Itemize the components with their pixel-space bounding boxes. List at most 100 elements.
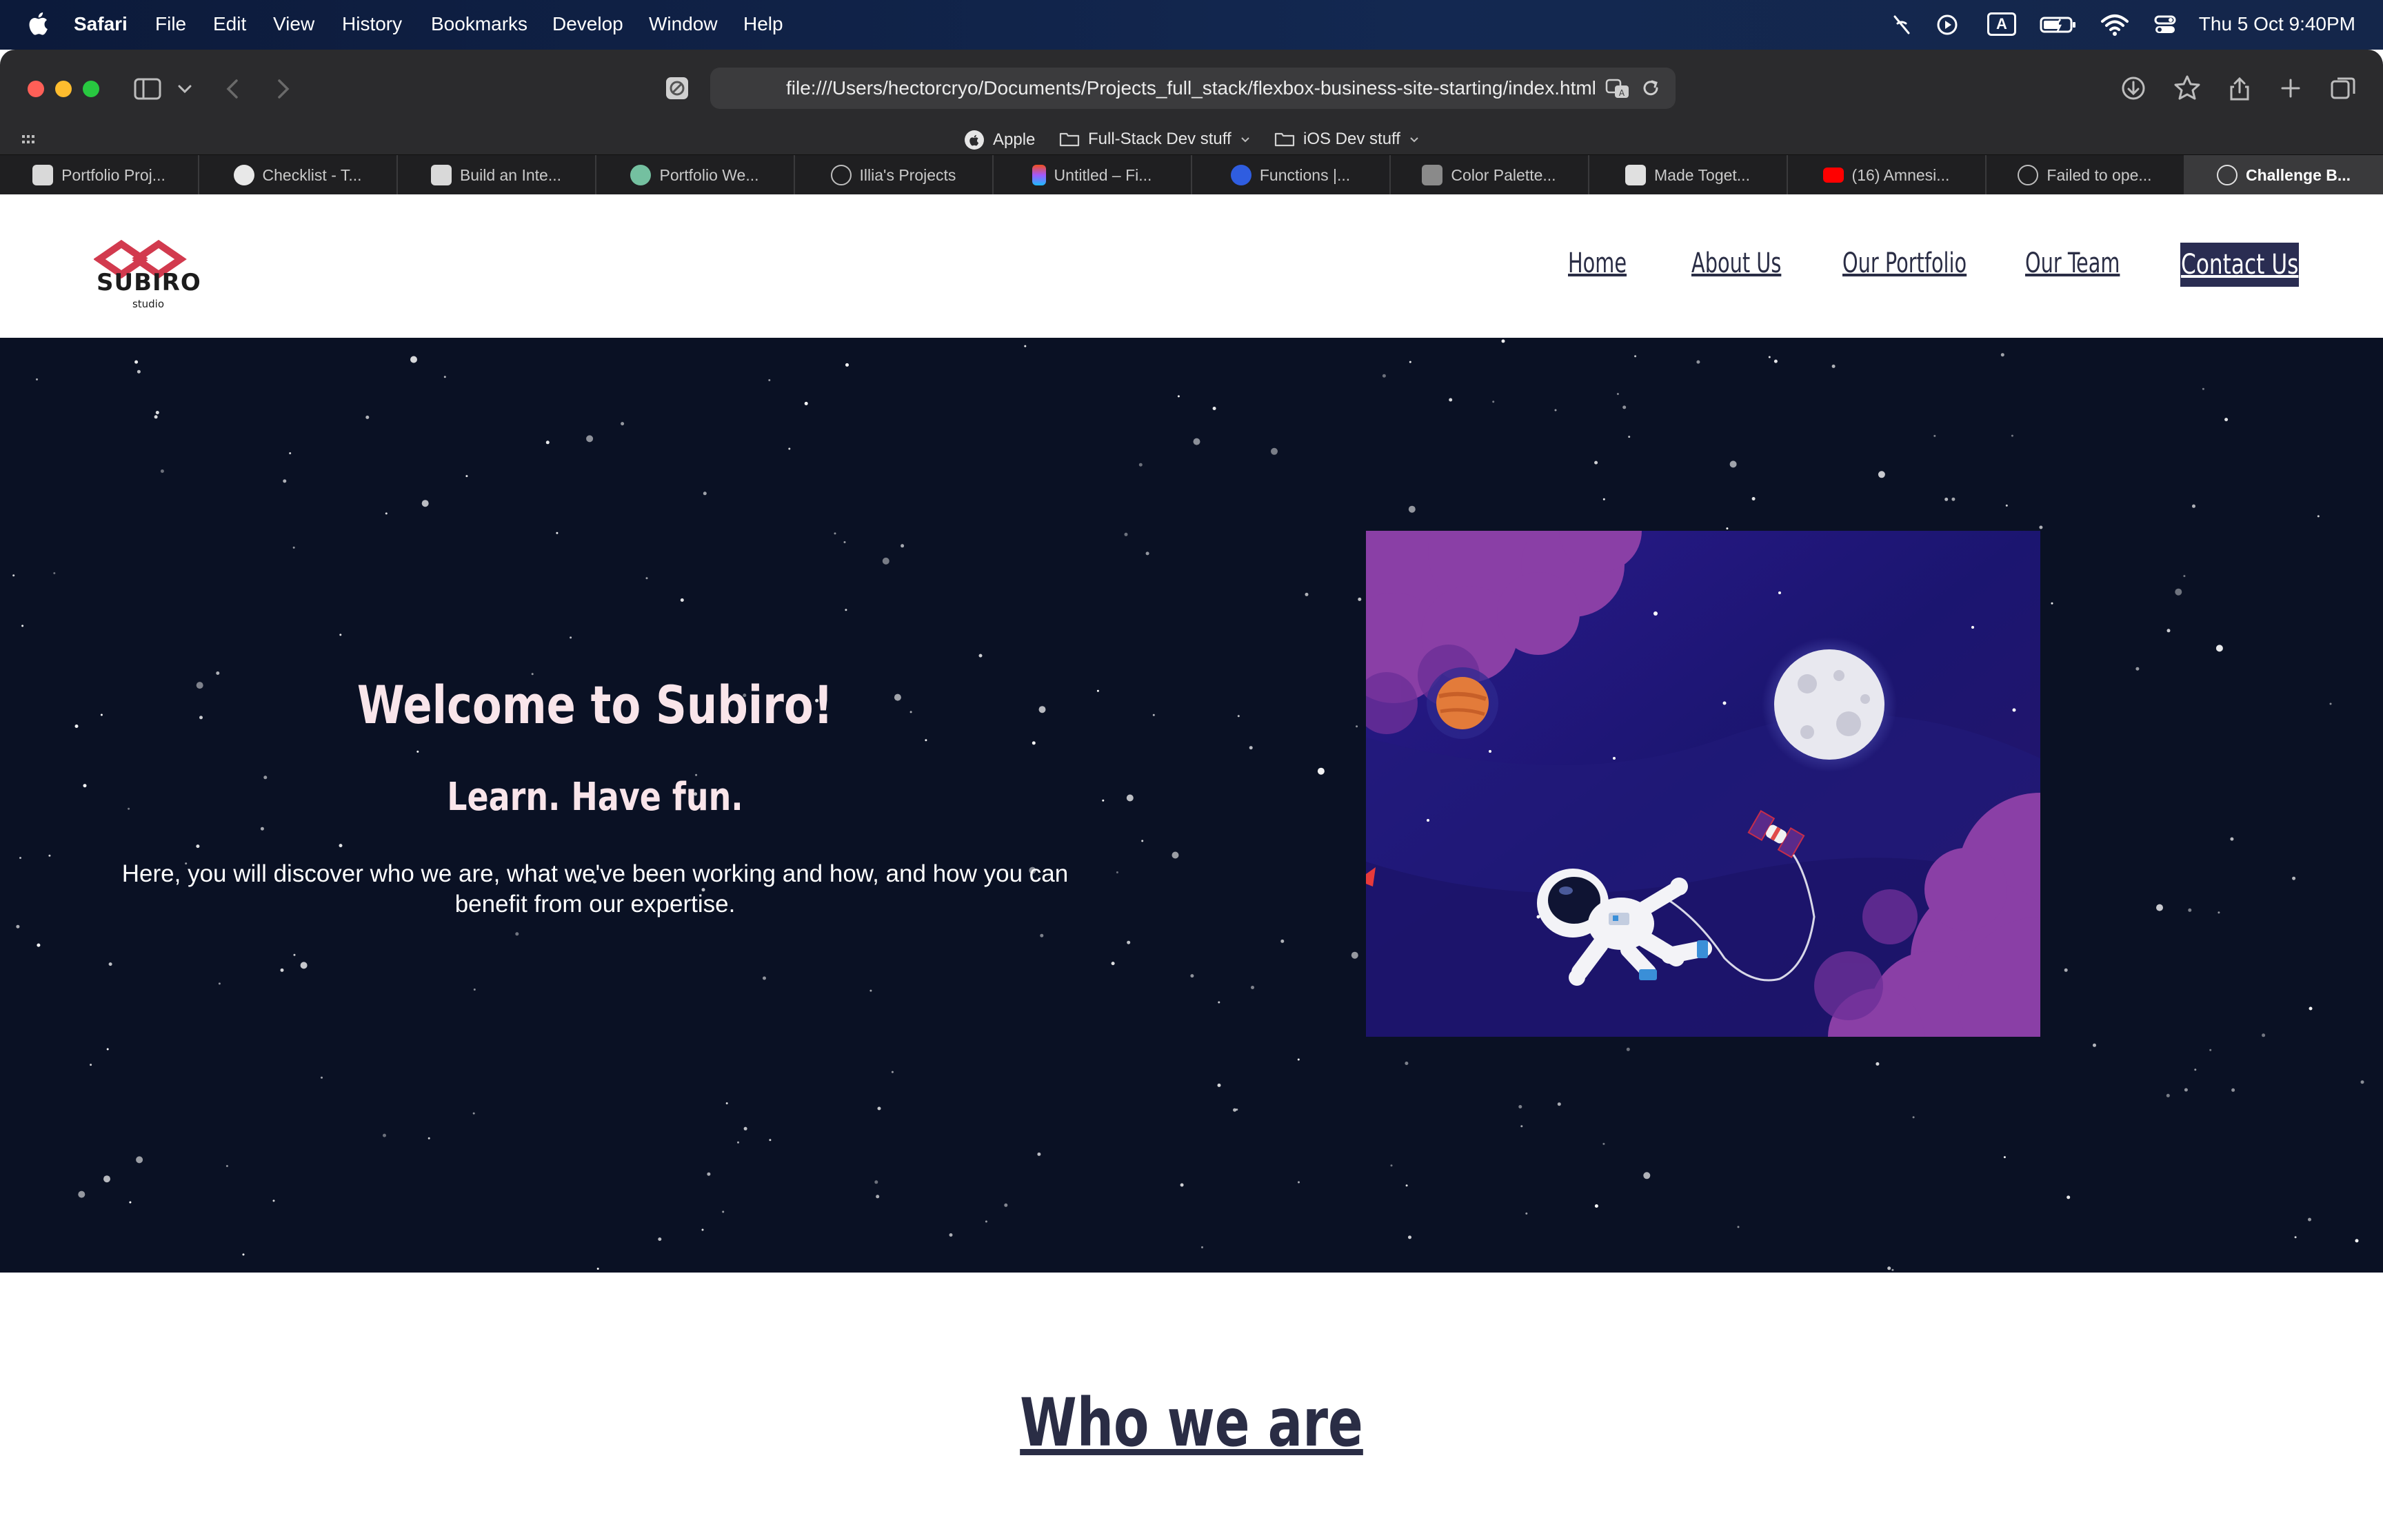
nav-contact-button[interactable]: Contact Us — [2180, 243, 2299, 287]
hero-section: Welcome to Subiro! Learn. Have fun. Here… — [0, 338, 2383, 1273]
tab-amnesia-youtube[interactable]: (16) Amnesi... — [1787, 155, 1987, 195]
forward-chevron-icon[interactable] — [265, 72, 299, 105]
star — [1409, 361, 1411, 363]
tab-portfolio-proj[interactable]: Portfolio Proj... — [0, 155, 199, 195]
menu-bookmarks[interactable]: Bookmarks — [431, 13, 527, 35]
tab-untitled-figma[interactable]: Untitled – Fi... — [993, 155, 1192, 195]
star — [36, 378, 38, 381]
tab-functions[interactable]: Functions |... — [1192, 155, 1391, 195]
star — [621, 422, 625, 426]
menu-view[interactable]: View — [273, 13, 314, 35]
star — [472, 1112, 475, 1115]
star — [701, 1228, 704, 1231]
star — [1878, 471, 1885, 478]
translate-icon[interactable]: A — [1604, 74, 1631, 102]
star — [1408, 1235, 1411, 1239]
apple-menu-icon[interactable] — [28, 10, 48, 37]
sidebar-toggle-icon[interactable] — [131, 72, 164, 105]
downloads-icon[interactable] — [2117, 72, 2150, 105]
play-circle-icon[interactable] — [1935, 12, 1960, 37]
control-center-icon[interactable] — [2153, 12, 2178, 37]
star — [1594, 460, 1598, 465]
star — [1594, 1204, 1598, 1208]
menu-help[interactable]: Help — [743, 13, 783, 35]
star — [1177, 395, 1180, 398]
new-tab-plus-icon[interactable] — [2274, 72, 2307, 105]
tab-label: Build an Inte... — [459, 165, 562, 184]
wifi-icon[interactable] — [2100, 12, 2129, 37]
hero-description: Here, you will discover who we are, what… — [121, 860, 1069, 918]
url-text[interactable]: file:///Users/hectorcryo/Documents/Proje… — [710, 77, 1596, 99]
site-settings-icon[interactable] — [661, 72, 694, 105]
macos-menubar: Safari File Edit View History Bookmarks … — [0, 0, 2383, 50]
menu-develop[interactable]: Develop — [552, 13, 623, 35]
bookmark-star-icon[interactable] — [2171, 72, 2204, 105]
share-icon[interactable] — [2223, 72, 2256, 105]
star — [1356, 725, 1358, 728]
menu-history[interactable]: History — [342, 13, 402, 35]
tab-made-together[interactable]: Made Toget... — [1589, 155, 1788, 195]
menubar-clock[interactable]: Thu 5 Oct 9:40PM — [2199, 13, 2355, 35]
star — [1557, 1102, 1561, 1106]
star — [1951, 497, 1955, 501]
tab-group-chevron-down-icon[interactable] — [172, 72, 197, 105]
apps-grid-icon[interactable] — [21, 131, 39, 149]
astronaut-space-illustration — [1366, 531, 2040, 1037]
zoom-window-button[interactable] — [83, 81, 99, 97]
input-source-a-icon[interactable]: A — [1987, 12, 2016, 36]
star — [869, 989, 872, 992]
star — [2183, 575, 2186, 578]
tab-bar: Portfolio Proj... Checklist - T... Build… — [0, 154, 2383, 196]
star — [48, 854, 51, 857]
star — [1449, 398, 1453, 402]
tab-favicon-icon — [430, 165, 452, 185]
star — [1233, 1108, 1237, 1112]
tab-checklist[interactable]: Checklist - T... — [199, 155, 398, 195]
nav-team-link[interactable]: Our Team — [2025, 247, 2120, 279]
star — [2093, 1043, 2096, 1047]
battery-charging-icon[interactable] — [2040, 12, 2077, 37]
address-bar[interactable]: file:///Users/hectorcryo/Documents/Proje… — [710, 68, 1676, 109]
star — [1218, 1001, 1220, 1004]
tab-overview-icon[interactable] — [2326, 72, 2360, 105]
favorite-apple[interactable]: Apple — [964, 130, 1035, 150]
menu-window[interactable]: Window — [649, 13, 718, 35]
star — [2292, 876, 2296, 880]
tab-label: Illia's Projects — [859, 165, 956, 184]
tab-challenge-active[interactable]: Challenge B... — [2184, 155, 2383, 195]
star — [100, 713, 103, 716]
star — [834, 532, 836, 535]
star — [874, 1180, 878, 1184]
menu-file[interactable]: File — [155, 13, 186, 35]
menu-app-name[interactable]: Safari — [74, 13, 128, 35]
nav-home-link[interactable]: Home — [1568, 247, 1627, 279]
star — [1944, 497, 1949, 501]
tab-build-an-inte[interactable]: Build an Inte... — [397, 155, 596, 195]
star — [2067, 1195, 2071, 1199]
back-chevron-icon[interactable] — [217, 72, 250, 105]
star — [743, 1126, 747, 1131]
star — [137, 369, 141, 374]
menu-edit[interactable]: Edit — [213, 13, 246, 35]
tab-failed-to-open[interactable]: Failed to ope... — [1986, 155, 2185, 195]
favorite-folder-ios[interactable]: iOS Dev stuff — [1274, 130, 1420, 149]
minimize-window-button[interactable] — [55, 81, 72, 97]
star — [1405, 1184, 1408, 1187]
nav-portfolio-link[interactable]: Our Portfolio — [1842, 247, 1967, 279]
star — [2360, 1080, 2364, 1084]
tab-illias-projects[interactable]: Illia's Projects — [794, 155, 994, 195]
nav-about-link[interactable]: About Us — [1691, 247, 1781, 279]
star — [2188, 908, 2192, 912]
star — [1492, 401, 1495, 403]
tab-portfolio-we[interactable]: Portfolio We... — [596, 155, 795, 195]
folder-icon — [1274, 132, 1295, 147]
star — [1628, 436, 1631, 438]
star — [1004, 1203, 1008, 1207]
wifi-off-icon[interactable] — [1889, 12, 1914, 37]
close-window-button[interactable] — [28, 81, 44, 97]
favorite-folder-fullstack[interactable]: Full-Stack Dev stuff — [1059, 130, 1251, 149]
reload-icon[interactable] — [1638, 76, 1663, 101]
star — [2294, 1236, 2297, 1239]
star — [1768, 356, 1771, 358]
tab-color-palette[interactable]: Color Palette... — [1390, 155, 1589, 195]
